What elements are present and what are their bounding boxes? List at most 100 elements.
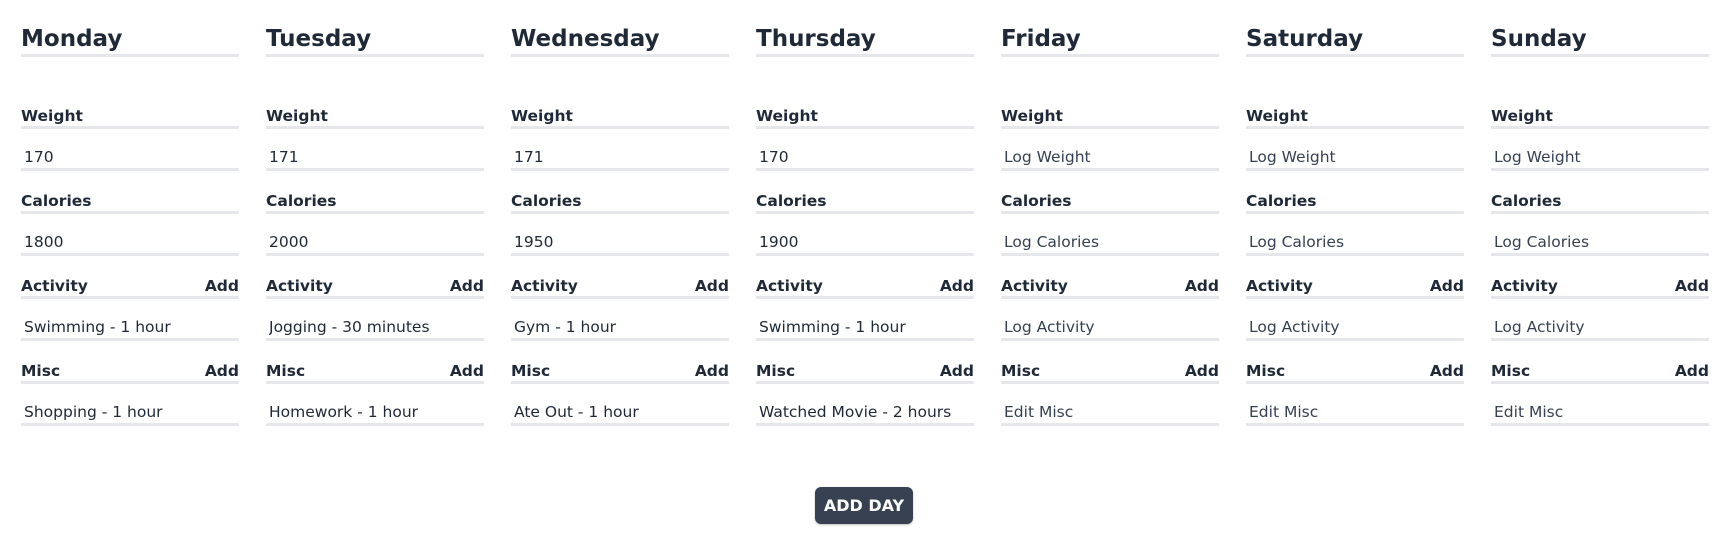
weight-label: Weight xyxy=(266,107,328,125)
activity-header: Activity Add xyxy=(21,272,239,299)
add-activity-button[interactable]: Add xyxy=(940,276,974,296)
activity-input[interactable] xyxy=(21,299,239,341)
add-misc-button[interactable]: Add xyxy=(450,361,484,381)
weight-label: Weight xyxy=(756,107,818,125)
add-activity-button[interactable]: Add xyxy=(205,276,239,296)
misc-input[interactable] xyxy=(511,384,729,426)
add-misc-button[interactable]: Add xyxy=(940,361,974,381)
calories-header: Calories xyxy=(1001,187,1219,214)
day-column-tuesday: Tuesday Weight Calories Activity Add Mis… xyxy=(266,18,484,426)
add-activity-button[interactable]: Add xyxy=(695,276,729,296)
weight-label: Weight xyxy=(1001,107,1063,125)
day-column-saturday: Saturday Weight Calories Activity Add Mi… xyxy=(1246,18,1464,426)
misc-input[interactable] xyxy=(266,384,484,426)
calories-input[interactable] xyxy=(21,214,239,256)
calories-input[interactable] xyxy=(266,214,484,256)
activity-header: Activity Add xyxy=(266,272,484,299)
misc-label: Misc xyxy=(1001,362,1041,380)
weight-input[interactable] xyxy=(266,129,484,171)
calories-input[interactable] xyxy=(511,214,729,256)
activity-label: Activity xyxy=(511,277,578,295)
calories-label: Calories xyxy=(756,192,827,210)
add-day-button[interactable]: ADD DAY xyxy=(815,487,913,524)
calories-input[interactable] xyxy=(1001,214,1219,256)
weight-header: Weight xyxy=(1246,102,1464,129)
weight-input[interactable] xyxy=(511,129,729,171)
calories-input[interactable] xyxy=(1491,214,1709,256)
add-activity-button[interactable]: Add xyxy=(1675,276,1709,296)
add-misc-button[interactable]: Add xyxy=(1185,361,1219,381)
day-column-monday: Monday Weight Calories Activity Add Misc… xyxy=(21,18,239,426)
misc-input[interactable] xyxy=(756,384,974,426)
activity-header: Activity Add xyxy=(511,272,729,299)
misc-input[interactable] xyxy=(1001,384,1219,426)
calories-header: Calories xyxy=(21,187,239,214)
day-title: Friday xyxy=(1001,18,1219,57)
add-misc-button[interactable]: Add xyxy=(205,361,239,381)
activity-label: Activity xyxy=(266,277,333,295)
day-title: Monday xyxy=(21,18,239,57)
calories-input[interactable] xyxy=(1246,214,1464,256)
calories-label: Calories xyxy=(511,192,582,210)
calories-header: Calories xyxy=(1246,187,1464,214)
activity-input[interactable] xyxy=(266,299,484,341)
activity-input[interactable] xyxy=(1001,299,1219,341)
misc-header: Misc Add xyxy=(1491,357,1709,384)
activity-header: Activity Add xyxy=(756,272,974,299)
weight-input[interactable] xyxy=(1001,129,1219,171)
calories-label: Calories xyxy=(1001,192,1072,210)
day-title: Thursday xyxy=(756,18,974,57)
activity-input[interactable] xyxy=(511,299,729,341)
activity-input[interactable] xyxy=(1246,299,1464,341)
calories-header: Calories xyxy=(1491,187,1709,214)
misc-header: Misc Add xyxy=(756,357,974,384)
calories-input[interactable] xyxy=(756,214,974,256)
day-title: Tuesday xyxy=(266,18,484,57)
misc-label: Misc xyxy=(1246,362,1286,380)
activity-label: Activity xyxy=(1491,277,1558,295)
calories-label: Calories xyxy=(1246,192,1317,210)
add-misc-button[interactable]: Add xyxy=(695,361,729,381)
misc-label: Misc xyxy=(511,362,551,380)
day-title: Saturday xyxy=(1246,18,1464,57)
activity-header: Activity Add xyxy=(1491,272,1709,299)
activity-header: Activity Add xyxy=(1001,272,1219,299)
misc-input[interactable] xyxy=(21,384,239,426)
add-activity-button[interactable]: Add xyxy=(1185,276,1219,296)
add-misc-button[interactable]: Add xyxy=(1430,361,1464,381)
activity-label: Activity xyxy=(756,277,823,295)
activity-label: Activity xyxy=(1001,277,1068,295)
weight-label: Weight xyxy=(1491,107,1553,125)
weight-label: Weight xyxy=(511,107,573,125)
activity-label: Activity xyxy=(21,277,88,295)
day-column-friday: Friday Weight Calories Activity Add Misc… xyxy=(1001,18,1219,426)
activity-input[interactable] xyxy=(1491,299,1709,341)
day-column-wednesday: Wednesday Weight Calories Activity Add M… xyxy=(511,18,729,426)
misc-input[interactable] xyxy=(1491,384,1709,426)
weight-input[interactable] xyxy=(1491,129,1709,171)
day-column-sunday: Sunday Weight Calories Activity Add Misc… xyxy=(1491,18,1709,426)
weight-input[interactable] xyxy=(1246,129,1464,171)
misc-input[interactable] xyxy=(1246,384,1464,426)
weight-input[interactable] xyxy=(756,129,974,171)
misc-header: Misc Add xyxy=(266,357,484,384)
weight-header: Weight xyxy=(266,102,484,129)
day-title: Wednesday xyxy=(511,18,729,57)
day-title: Sunday xyxy=(1491,18,1709,57)
calories-header: Calories xyxy=(756,187,974,214)
calories-header: Calories xyxy=(511,187,729,214)
add-activity-button[interactable]: Add xyxy=(450,276,484,296)
calories-label: Calories xyxy=(266,192,337,210)
misc-label: Misc xyxy=(21,362,61,380)
activity-input[interactable] xyxy=(756,299,974,341)
activity-header: Activity Add xyxy=(1246,272,1464,299)
add-activity-button[interactable]: Add xyxy=(1430,276,1464,296)
weight-header: Weight xyxy=(21,102,239,129)
activity-label: Activity xyxy=(1246,277,1313,295)
weight-input[interactable] xyxy=(21,129,239,171)
week-grid: Monday Weight Calories Activity Add Misc… xyxy=(21,18,1709,426)
add-misc-button[interactable]: Add xyxy=(1675,361,1709,381)
weight-header: Weight xyxy=(511,102,729,129)
calories-header: Calories xyxy=(266,187,484,214)
misc-header: Misc Add xyxy=(21,357,239,384)
